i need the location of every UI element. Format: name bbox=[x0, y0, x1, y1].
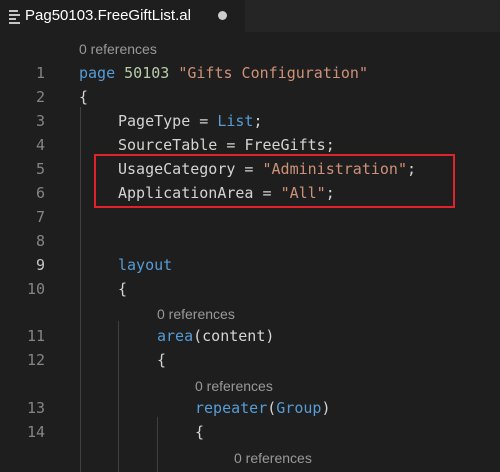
file-lines-icon bbox=[9, 9, 20, 24]
property-token: SourceTable bbox=[118, 136, 218, 154]
code-line: 10 { bbox=[0, 277, 500, 301]
code-line: 3 PageType = List; bbox=[0, 109, 500, 133]
editor-tab[interactable]: Pag50103.FreeGiftList.al bbox=[0, 0, 246, 32]
tab-title: Pag50103.FreeGiftList.al bbox=[25, 7, 191, 24]
line-content: page 50103 "Gifts Configuration" bbox=[79, 61, 368, 85]
keyword-token: page bbox=[79, 64, 116, 82]
line-content: { bbox=[118, 280, 128, 298]
line-number: 2 bbox=[35, 88, 45, 106]
line-number: 13 bbox=[26, 399, 45, 417]
code-line-active: 9 layout bbox=[0, 253, 500, 277]
line-number: 14 bbox=[26, 423, 45, 441]
line-content: { bbox=[79, 88, 89, 106]
function-token: area bbox=[157, 327, 194, 345]
code-line: 14 { bbox=[0, 420, 500, 444]
line-number: 1 bbox=[35, 64, 45, 82]
line-number: 8 bbox=[35, 232, 45, 250]
code-line: 8 bbox=[0, 229, 500, 253]
argument-token: content bbox=[202, 327, 266, 345]
line-content: repeater(Group) bbox=[195, 399, 331, 417]
line-number: 11 bbox=[26, 327, 45, 345]
code-line: 11 area(content) bbox=[0, 324, 500, 348]
line-number: 12 bbox=[26, 351, 45, 369]
line-number: 10 bbox=[26, 280, 45, 298]
code-lens-references[interactable]: 0 references bbox=[79, 37, 157, 61]
line-content: { bbox=[157, 351, 167, 369]
line-content: { bbox=[195, 423, 205, 441]
argument-token: Group bbox=[276, 399, 322, 417]
highlight-annotation-box bbox=[94, 154, 455, 208]
line-number: 6 bbox=[35, 184, 45, 202]
code-line: 7 bbox=[0, 205, 500, 229]
string-token: "Gifts Configuration" bbox=[178, 64, 368, 82]
code-lens-references[interactable]: 0 references bbox=[157, 302, 235, 326]
number-token: 50103 bbox=[124, 64, 170, 82]
code-line: 12 { bbox=[0, 348, 500, 372]
line-number: 4 bbox=[35, 136, 45, 154]
property-token: PageType bbox=[118, 112, 191, 130]
code-line: 1 page 50103 "Gifts Configuration" bbox=[0, 61, 500, 85]
line-number: 3 bbox=[35, 112, 45, 130]
value-token: List bbox=[217, 112, 254, 130]
line-number: 5 bbox=[35, 160, 45, 178]
line-content: area(content) bbox=[157, 327, 275, 345]
function-token: repeater bbox=[195, 399, 268, 417]
value-token: FreeGifts bbox=[244, 136, 326, 154]
editor-tab-bar: Pag50103.FreeGiftList.al bbox=[0, 0, 500, 32]
line-number: 9 bbox=[35, 256, 45, 274]
line-content: layout bbox=[118, 256, 173, 274]
code-lens-references[interactable]: 0 references bbox=[195, 374, 273, 398]
line-number: 7 bbox=[35, 208, 45, 226]
code-lens-references[interactable]: 0 references bbox=[234, 446, 312, 470]
line-content: PageType = List; bbox=[118, 112, 263, 130]
code-line: 13 repeater(Group) bbox=[0, 396, 500, 420]
code-editor[interactable]: 0 references 1 page 50103 "Gifts Configu… bbox=[0, 32, 500, 472]
code-line: 2 { bbox=[0, 85, 500, 109]
unsaved-dot-icon[interactable] bbox=[218, 11, 227, 20]
